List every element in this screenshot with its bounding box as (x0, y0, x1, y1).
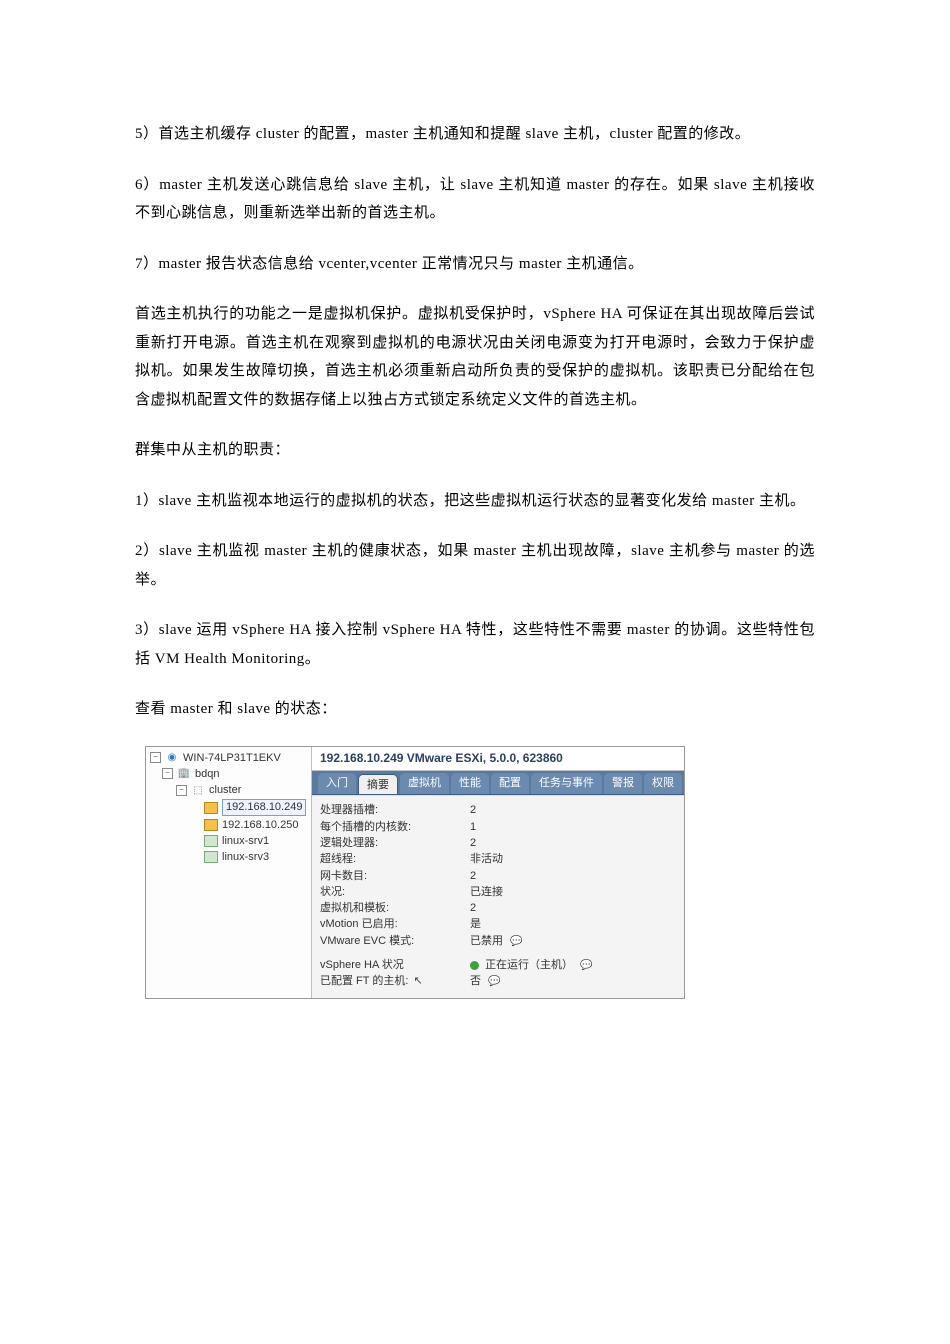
detail-label: 逻辑处理器: (320, 836, 470, 850)
detail-label: 超线程: (320, 852, 470, 866)
paragraph-11: 2）slave 主机监视 master 主机的健康状态，如果 master 主机… (135, 537, 815, 594)
tree-root[interactable]: − ◉ WIN-74LP31T1EKV (150, 750, 307, 766)
detail-row: 网卡数目: 2 (320, 868, 676, 884)
tree-cluster[interactable]: − ⬚ cluster (150, 782, 307, 798)
tab-config[interactable]: 配置 (491, 773, 529, 794)
detail-value: 2 (470, 836, 676, 850)
collapse-icon[interactable]: − (162, 768, 173, 779)
tree-label: 192.168.10.250 (222, 818, 298, 832)
ft-label-text: 已配置 FT 的主机: (320, 975, 408, 987)
tree-label: 192.168.10.249 (222, 799, 306, 815)
detail-row: 每个插槽的内核数: 1 (320, 819, 676, 835)
vm-icon (204, 851, 218, 863)
cluster-icon: ⬚ (191, 784, 205, 796)
tab-strip: 入门 摘要 虚拟机 性能 配置 任务与事件 警报 权限 (312, 771, 684, 795)
detail-label: 网卡数目: (320, 869, 470, 883)
detail-label: 状况: (320, 885, 470, 899)
host-icon (204, 819, 218, 831)
collapse-icon[interactable]: − (150, 752, 161, 763)
detail-row: 虚拟机和模板: 2 (320, 900, 676, 916)
cursor-icon: ↖ (413, 974, 422, 988)
ft-value: 否 💬 (470, 974, 676, 988)
tab-performance[interactable]: 性能 (451, 773, 489, 794)
tab-alarms[interactable]: 警报 (604, 773, 642, 794)
paragraph-7: 7）master 报告状态信息给 vcenter,vcenter 正常情况只与 … (135, 250, 815, 279)
collapse-icon[interactable]: − (176, 785, 187, 796)
inventory-tree: − ◉ WIN-74LP31T1EKV − 🏢 bdqn − ⬚ cluster… (146, 747, 312, 998)
detail-value: 2 (470, 901, 676, 915)
tree-label: cluster (209, 783, 241, 797)
status-running-icon (470, 961, 479, 970)
paragraph-12: 3）slave 运用 vSphere HA 接入控制 vSphere HA 特性… (135, 616, 815, 673)
host-icon (204, 802, 218, 814)
detail-label: 处理器插槽: (320, 803, 470, 817)
detail-value: 已连接 (470, 885, 676, 899)
ha-status-row: vSphere HA 状况 正在运行（主机） 💬 (320, 957, 676, 973)
vm-icon (204, 835, 218, 847)
detail-row: 处理器插槽: 2 (320, 802, 676, 818)
detail-value: 2 (470, 869, 676, 883)
detail-row: vMotion 已启用: 是 (320, 916, 676, 932)
tree-datacenter[interactable]: − 🏢 bdqn (150, 766, 307, 782)
paragraph-10: 1）slave 主机监视本地运行的虚拟机的状态，把这些虚拟机运行状态的显著变化发… (135, 487, 815, 516)
ft-row: 已配置 FT 的主机: ↖ 否 💬 (320, 973, 676, 989)
tree-label: WIN-74LP31T1EKV (183, 751, 281, 765)
tree-label: linux-srv1 (222, 834, 269, 848)
tab-tasks-events[interactable]: 任务与事件 (531, 773, 602, 794)
info-balloon-icon[interactable]: 💬 (488, 975, 500, 988)
detail-value: 2 (470, 803, 676, 817)
ft-label: 已配置 FT 的主机: ↖ (320, 974, 470, 988)
summary-details: 处理器插槽: 2 每个插槽的内核数: 1 逻辑处理器: 2 超线程: 非活动 网… (312, 795, 684, 997)
detail-value: 已禁用 💬 (470, 934, 676, 948)
ft-value-text: 否 (470, 975, 481, 987)
tree-vm[interactable]: linux-srv1 (150, 833, 307, 849)
detail-pane: 192.168.10.249 VMware ESXi, 5.0.0, 62386… (312, 747, 684, 998)
detail-label: VMware EVC 模式: (320, 934, 470, 948)
detail-label: 虚拟机和模板: (320, 901, 470, 915)
info-balloon-icon[interactable]: 💬 (510, 935, 522, 948)
tab-permissions[interactable]: 权限 (644, 773, 682, 794)
tree-host-selected[interactable]: 192.168.10.249 (150, 798, 307, 816)
paragraph-13: 查看 master 和 slave 的状态： (135, 695, 815, 724)
paragraph-8: 首选主机执行的功能之一是虚拟机保护。虚拟机受保护时，vSphere HA 可保证… (135, 300, 815, 414)
detail-row: VMware EVC 模式: 已禁用 💬 (320, 933, 676, 949)
datacenter-icon: 🏢 (177, 768, 191, 780)
detail-value: 1 (470, 820, 676, 834)
paragraph-9: 群集中从主机的职责： (135, 436, 815, 465)
tab-getting-started[interactable]: 入门 (318, 773, 356, 794)
detail-value: 是 (470, 917, 676, 931)
detail-value-text: 已禁用 (470, 935, 503, 947)
ha-label: vSphere HA 状况 (320, 958, 470, 972)
paragraph-6: 6）master 主机发送心跳信息给 slave 主机，让 slave 主机知道… (135, 171, 815, 228)
host-title: 192.168.10.249 VMware ESXi, 5.0.0, 62386… (312, 747, 684, 772)
tab-summary[interactable]: 摘要 (358, 774, 398, 795)
detail-row: 逻辑处理器: 2 (320, 835, 676, 851)
tab-vms[interactable]: 虚拟机 (400, 773, 449, 794)
paragraph-5: 5）首选主机缓存 cluster 的配置，master 主机通知和提醒 slav… (135, 120, 815, 149)
info-balloon-icon[interactable]: 💬 (580, 959, 592, 972)
ha-value-text: 正在运行（主机） (485, 959, 573, 971)
tree-label: bdqn (195, 767, 219, 781)
ha-value: 正在运行（主机） 💬 (470, 958, 676, 972)
detail-value: 非活动 (470, 852, 676, 866)
tree-label: linux-srv3 (222, 850, 269, 864)
detail-row: 超线程: 非活动 (320, 851, 676, 867)
tree-host[interactable]: 192.168.10.250 (150, 817, 307, 833)
detail-label: vMotion 已启用: (320, 917, 470, 931)
detail-row: 状况: 已连接 (320, 884, 676, 900)
vcenter-icon: ◉ (165, 752, 179, 764)
tree-vm[interactable]: linux-srv3 (150, 849, 307, 865)
vsphere-client-screenshot: − ◉ WIN-74LP31T1EKV − 🏢 bdqn − ⬚ cluster… (145, 746, 685, 999)
detail-label: 每个插槽的内核数: (320, 820, 470, 834)
